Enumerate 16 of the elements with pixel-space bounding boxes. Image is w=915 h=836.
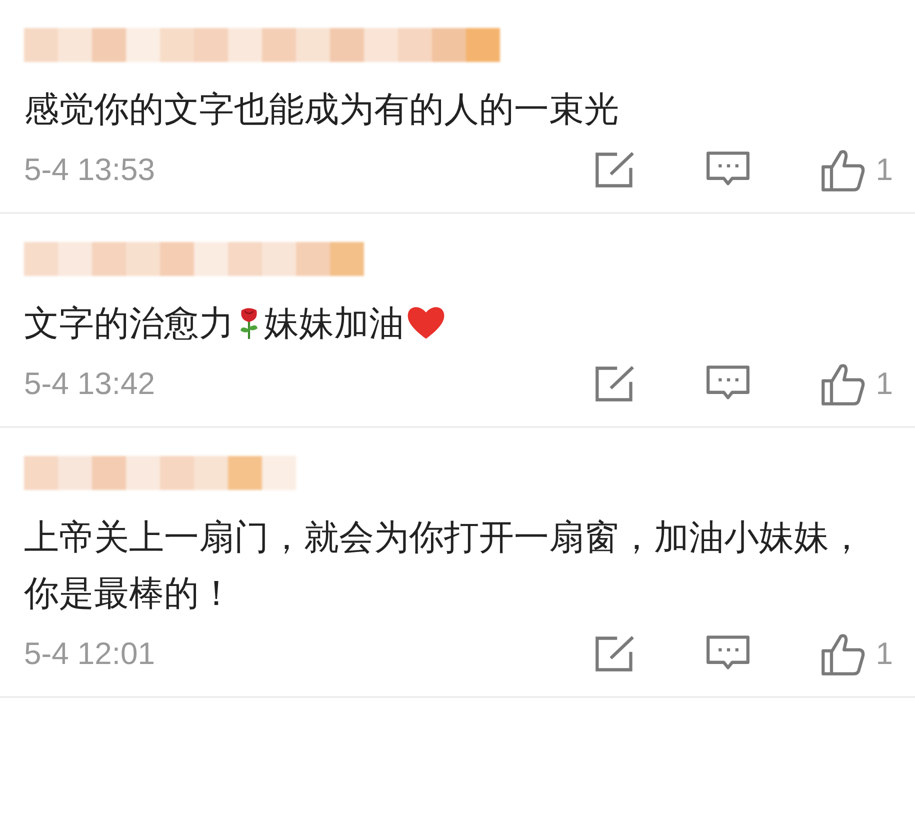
share-icon[interactable] [594, 635, 636, 673]
comment-text: 文字的治愈力 妹妹加油 [24, 296, 893, 352]
thumbs-up-icon [820, 362, 866, 406]
share-icon[interactable] [594, 365, 636, 403]
thumbs-up-icon [820, 148, 866, 192]
comment-time: 5-4 12:01 [24, 636, 155, 672]
like-button[interactable]: 1 [820, 362, 893, 406]
share-icon[interactable] [594, 151, 636, 189]
comment-text: 感觉你的文字也能成为有的人的一束光 [24, 89, 620, 132]
comment-time: 5-4 13:42 [24, 366, 155, 402]
comment-text: 上帝关上一扇门，就会为你打开一扇窗，加油小妹妹，你是最棒的！ [24, 517, 865, 616]
thumbs-up-icon [820, 632, 866, 676]
comment-time: 5-4 13:53 [24, 152, 155, 188]
heart-icon [406, 304, 446, 340]
like-button[interactable]: 1 [820, 148, 893, 192]
like-button[interactable]: 1 [820, 632, 893, 676]
